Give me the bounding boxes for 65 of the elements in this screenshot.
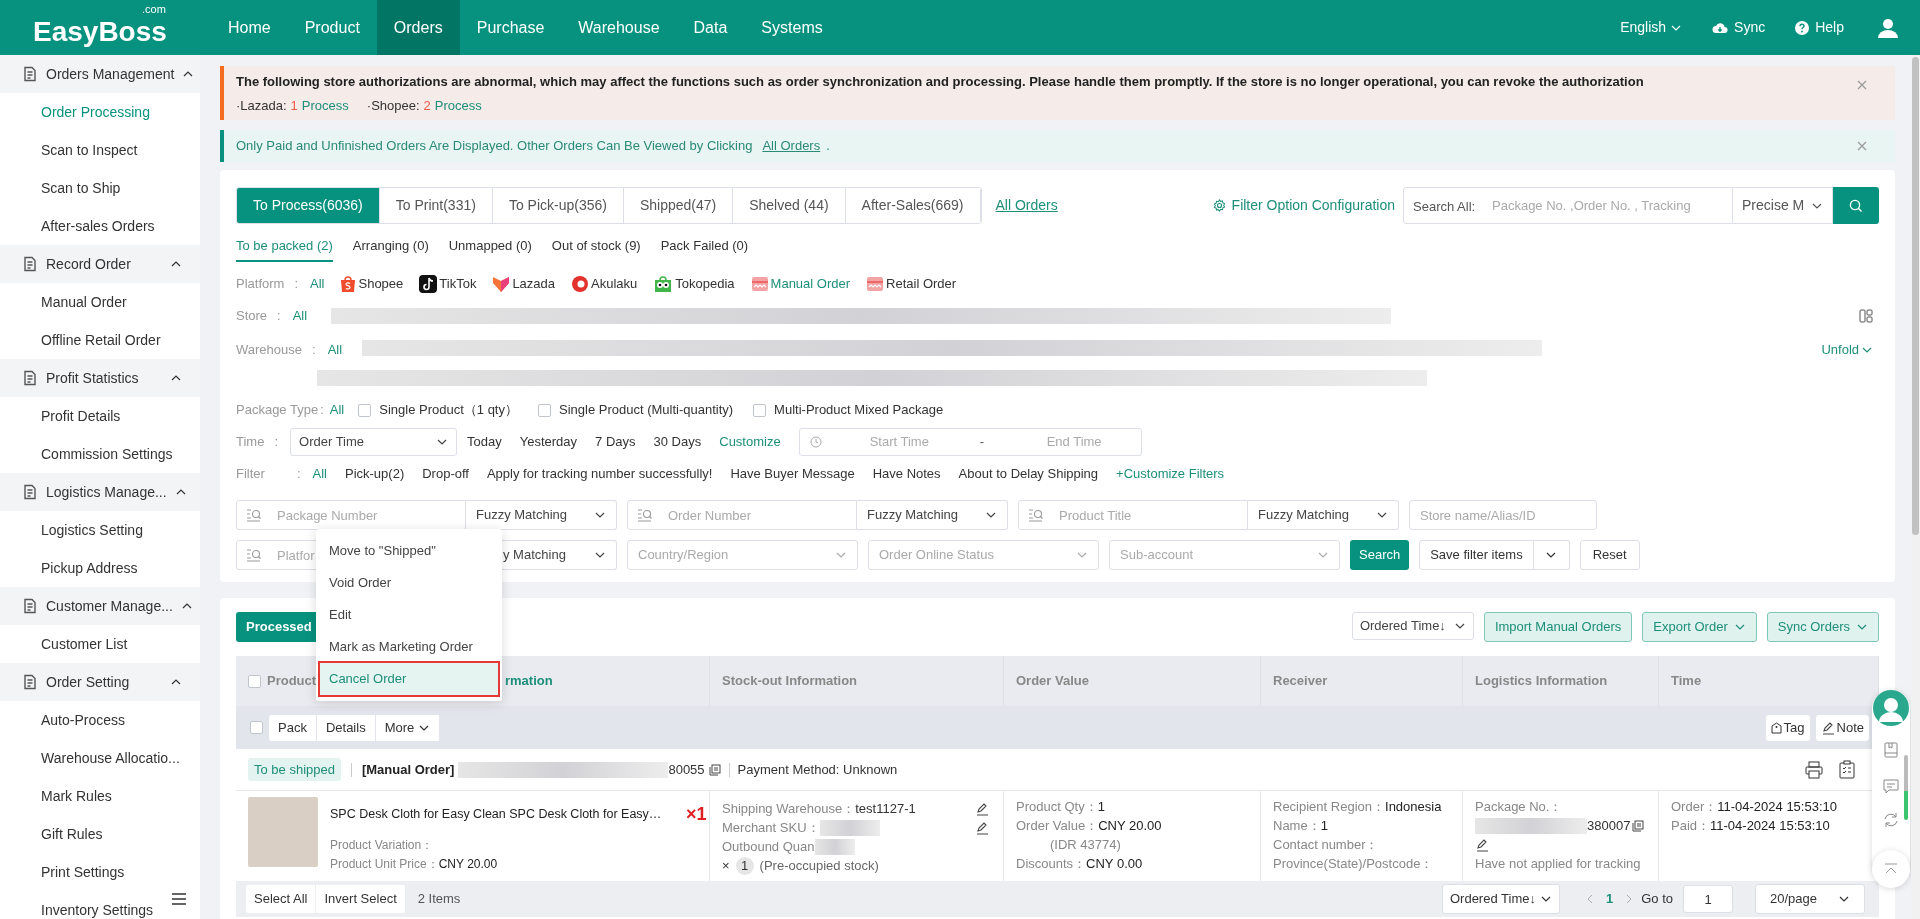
- field-label: Shipping Warehouse：: [722, 800, 856, 818]
- field-label: Package No.：: [1475, 798, 1564, 816]
- info-message: Only Paid and Unfinished Orders Are Displayed. Other Orders Can Be Viewed by Clicking: [236, 137, 753, 156]
- start-time-placeholder: Start Time: [869, 433, 930, 452]
- checkbox-label: Single Product（1 qty）: [379, 401, 518, 420]
- field-label: Province(State)/Postcode：: [1273, 855, 1434, 873]
- field-label: Product Unit Price：: [330, 856, 439, 873]
- field-label: Outbound Quan: [722, 838, 815, 856]
- label-colon: :: [294, 275, 299, 294]
- field-label: Product Variation：: [330, 837, 434, 854]
- label-colon: :: [274, 433, 279, 452]
- stock-quantity: 1: [735, 856, 754, 875]
- payment-method: Payment Method: Unknown: [737, 760, 898, 779]
- field-label: Product Qty：: [1016, 798, 1098, 816]
- filter-label: Store: [236, 307, 268, 326]
- end-time-placeholder: End Time: [1046, 433, 1102, 452]
- field-label: Contact number：: [1273, 836, 1379, 854]
- field-value: test1127-1: [855, 800, 916, 818]
- filter-label: Platform: [236, 275, 285, 294]
- error-count: 2: [423, 97, 431, 115]
- field-value: CNY 0.00: [1086, 855, 1143, 873]
- filter-label: Package Type: [236, 401, 319, 420]
- checkbox-label: Multi-Product Mixed Package: [774, 401, 944, 420]
- status-badge: To be shipped: [248, 757, 341, 782]
- error-count: 1: [290, 97, 298, 115]
- logo-text: EasyBoss: [33, 17, 167, 46]
- package-number: 380007: [1587, 817, 1631, 835]
- filter-label: Filter: [236, 465, 265, 484]
- order-source: [Manual Order]: [361, 760, 455, 779]
- label-colon: :: [312, 341, 316, 359]
- field-label: Recipient Region：: [1273, 798, 1385, 816]
- field-value: Indonesia: [1385, 798, 1442, 816]
- label-colon: :: [296, 465, 301, 484]
- info-tail: .: [826, 137, 830, 156]
- go-to-label: Go to: [1641, 890, 1673, 909]
- range-separator: -: [979, 433, 985, 452]
- checkbox-label: Single Product (Multi-quantity): [558, 401, 734, 420]
- logo-domain: .com: [142, 4, 166, 15]
- field-label: Name：: [1273, 817, 1321, 835]
- field-label: Order Value：: [1016, 817, 1099, 835]
- field-note: (IDR 43774): [1049, 836, 1122, 854]
- label-colon: :: [277, 307, 281, 326]
- field-label: Discounts：: [1016, 855, 1087, 873]
- order-number: 80055: [668, 760, 705, 779]
- field-value: CNY 20.00: [1098, 817, 1162, 835]
- field-value: 11-04-2024 15:53:10: [1717, 798, 1837, 816]
- alert-message: The following store authorizations are abnormal, which may affect the functions such as order synchronization and processing. Please handle them promptly. If the store is no longer operational, you can revoke the authorization: [236, 73, 1645, 91]
- field-label: Order：: [1671, 798, 1718, 816]
- field-label: Merchant SKU：: [722, 819, 820, 837]
- search-label: Search All:: [1413, 198, 1476, 216]
- filter-label: Time: [236, 433, 265, 452]
- multiply-sign: ×: [722, 857, 730, 875]
- store-label: ·Lazada:: [236, 97, 287, 115]
- field-value: 1: [1320, 817, 1328, 835]
- field-value: CNY 20.00: [438, 856, 498, 873]
- stock-note: (Pre-occupied stock): [759, 857, 879, 875]
- field-label: Paid：: [1671, 817, 1711, 835]
- tracking-note: Have not applied for tracking: [1475, 855, 1642, 873]
- field-value: 1: [1097, 798, 1105, 816]
- label-colon: :: [320, 401, 324, 420]
- quantity: ×1: [686, 805, 707, 824]
- item-count: 2 Items: [417, 890, 461, 909]
- store-label: ·Shopee:: [366, 97, 420, 115]
- filter-label: Warehouse: [236, 341, 302, 359]
- field-value: 11-04-2024 15:53:10: [1710, 817, 1830, 835]
